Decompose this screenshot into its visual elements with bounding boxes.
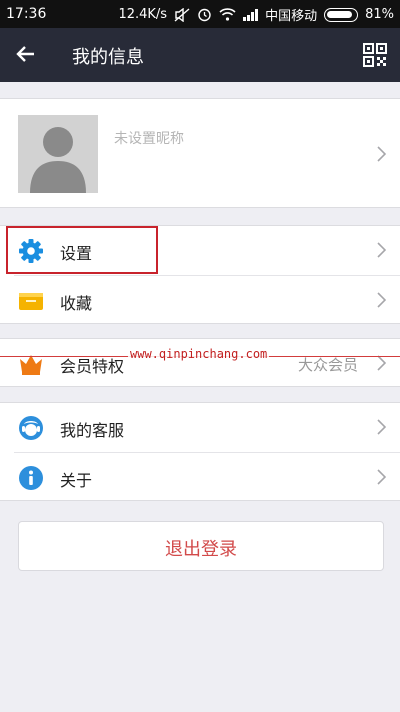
- header-bar: 我的信息: [0, 28, 400, 82]
- battery-percent: 81%: [365, 7, 394, 22]
- info-icon: [19, 466, 43, 490]
- alarm-icon: [198, 8, 211, 22]
- folder-icon: [19, 293, 43, 310]
- watermark: www.qinpinchang.com: [0, 346, 400, 366]
- chevron-right-icon: [377, 419, 386, 435]
- chevron-right-icon: [377, 292, 386, 308]
- carrier-name: 中国移动: [265, 9, 318, 24]
- nickname-placeholder: 未设置昵称: [114, 131, 184, 147]
- settings-highlight-box: [6, 226, 158, 274]
- wifi-icon: [219, 8, 236, 21]
- menu-item-favorites[interactable]: 收藏: [0, 276, 400, 325]
- page-title: 我的信息: [72, 47, 144, 68]
- profile-card[interactable]: 未设置昵称: [0, 98, 400, 208]
- logout-button-label: 退出登录: [165, 539, 237, 560]
- customer-service-icon: [19, 416, 43, 440]
- menu-group-3: 我的客服 关于: [0, 402, 400, 501]
- qr-code-icon[interactable]: [362, 42, 388, 68]
- default-avatar-icon: [18, 115, 98, 193]
- menu-item-customer-service-label: 我的客服: [60, 421, 125, 440]
- menu-item-customer-service[interactable]: 我的客服: [0, 403, 400, 452]
- menu-item-about-label: 关于: [60, 471, 93, 490]
- battery-icon: [324, 7, 359, 22]
- watermark-text: www.qinpinchang.com: [128, 347, 270, 361]
- signal-icon: [243, 8, 259, 21]
- network-speed: 12.4K/s: [118, 7, 168, 22]
- status-icons: 12.4K/s 中国移动 81%: [118, 5, 394, 24]
- status-bar: 17:36 12.4K/s 中国移动 81%: [0, 0, 400, 28]
- menu-item-about[interactable]: 关于: [0, 453, 400, 502]
- logout-button[interactable]: 退出登录: [18, 521, 384, 571]
- chevron-right-icon: [377, 242, 386, 258]
- status-time: 17:36: [6, 6, 47, 22]
- chevron-right-icon: [377, 469, 386, 485]
- arrow-left-icon[interactable]: [14, 42, 38, 66]
- menu-item-favorites-label: 收藏: [60, 294, 93, 313]
- chevron-right-icon: [377, 146, 386, 162]
- mute-icon: [174, 7, 190, 22]
